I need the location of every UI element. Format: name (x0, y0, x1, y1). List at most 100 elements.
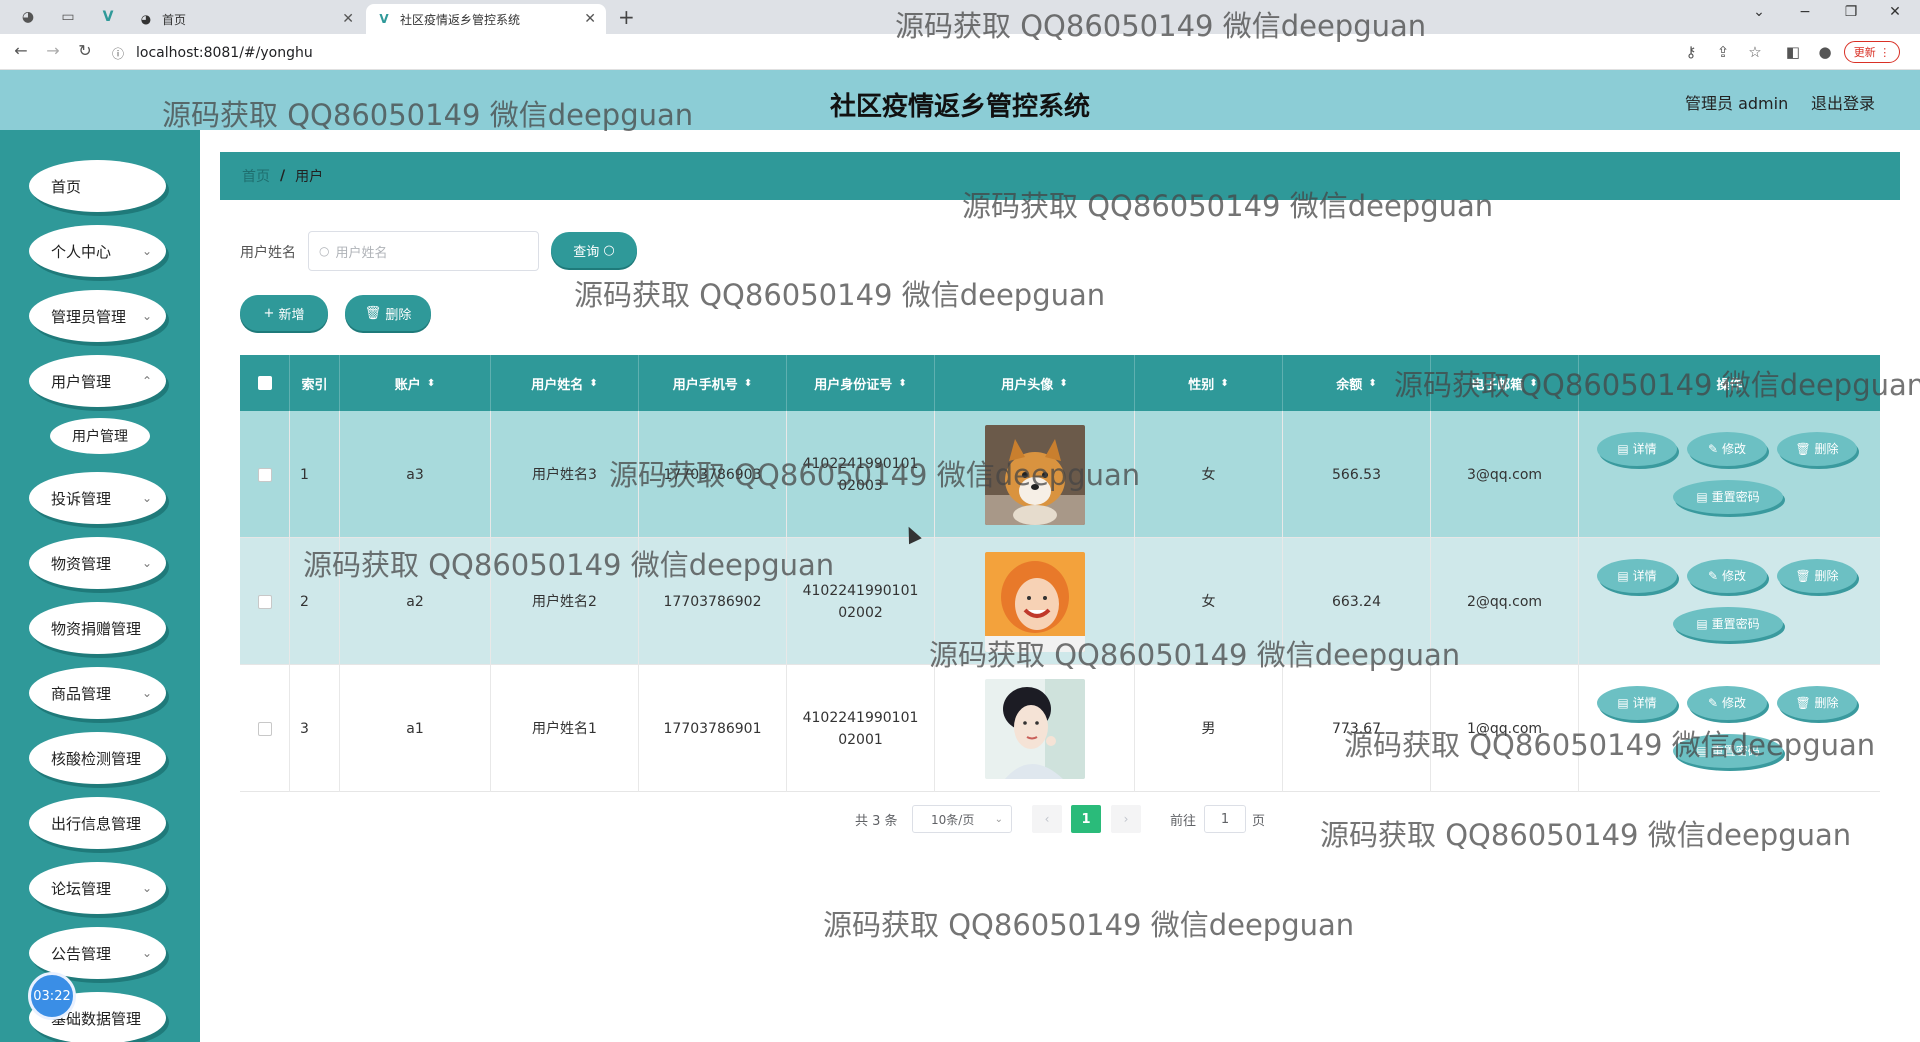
column-header: 索引 (290, 355, 340, 411)
breadcrumb: 首页 / 用户 (220, 152, 1900, 200)
delete-button[interactable]: 🗑 删除 (1777, 432, 1857, 466)
url-field[interactable]: ⓘ localhost:8081/#/yonghu (112, 41, 1692, 65)
edit-button[interactable]: ✎ 修改 (1687, 686, 1767, 720)
sidebar-item-nucleic-test[interactable]: 核酸检测管理 (29, 732, 166, 784)
edit-button[interactable]: ✎ 修改 (1687, 559, 1767, 593)
search-input[interactable]: ○ 用户姓名 (308, 231, 539, 271)
sidebar-item-travel[interactable]: 出行信息管理 (29, 797, 166, 849)
sidebar-item-supplies[interactable]: 物资管理 ⌄ (29, 537, 166, 589)
column-header[interactable]: 用户姓名 ⬍ (491, 355, 639, 411)
sidebar-item-home[interactable]: 首页 (29, 160, 166, 212)
update-label: 更新 (1853, 46, 1876, 59)
pencil-icon: ✎ (1708, 442, 1719, 456)
sidebar-item-goods[interactable]: 商品管理 ⌄ (29, 667, 166, 719)
select-all-checkbox[interactable] (257, 376, 272, 390)
breadcrumb-home[interactable]: 首页 (242, 166, 270, 186)
column-header[interactable]: 用户头像 ⬍ (935, 355, 1135, 411)
detail-button[interactable]: ▤ 详情 (1597, 432, 1677, 466)
sort-icon[interactable]: ⬍ (1529, 378, 1537, 389)
add-button[interactable]: + 新增 (240, 295, 328, 331)
reload-button[interactable]: ↻ (74, 41, 96, 60)
page-size-select[interactable]: 10条/页 ⌄ (912, 805, 1012, 833)
sort-icon[interactable]: ⬍ (589, 378, 597, 389)
back-button[interactable]: ← (10, 41, 32, 60)
query-button[interactable]: 查询 ○ (551, 232, 637, 268)
batch-delete-button[interactable]: 🗑 删除 (345, 295, 431, 331)
row-checkbox[interactable] (257, 721, 272, 736)
column-header[interactable]: 电子邮箱 ⬍ (1431, 355, 1579, 411)
sidebar-item-profile[interactable]: 个人中心 ⌄ (29, 225, 166, 277)
table-row: 1 a3 用户姓名3 17703786903 41022419901010200… (240, 411, 1880, 538)
idcard-cell: 410224199010102003 (787, 411, 935, 538)
vue-logo-icon[interactable]: V (96, 5, 120, 29)
trash-icon: 🗑 (1795, 696, 1811, 710)
pinned-tab-icon[interactable]: ▭ (56, 5, 80, 29)
sidebar-item-complaints[interactable]: 投诉管理 ⌄ (29, 472, 166, 524)
email-cell: 3@qq.com (1431, 411, 1579, 538)
sidebar-item-label: 出行信息管理 (51, 814, 142, 833)
reset-password-button[interactable]: ▤ 重置密码 (1673, 480, 1783, 514)
pencil-icon: ✎ (1708, 696, 1719, 710)
next-page-button[interactable]: › (1111, 805, 1141, 833)
sidebar-item-admins[interactable]: 管理员管理 ⌄ (29, 290, 166, 342)
document-icon: ▤ (1617, 442, 1629, 456)
key-icon[interactable]: ⚷ (1680, 43, 1702, 61)
sidebar-item-label: 首页 (51, 177, 82, 196)
sort-icon[interactable]: ⬍ (1059, 378, 1067, 389)
sidebar-item-users[interactable]: 用户管理 ⌃ (29, 355, 166, 407)
profile-icon[interactable]: ● (1814, 43, 1836, 61)
window-close-button[interactable]: ✕ (1880, 4, 1910, 20)
tab-search-chevron-icon[interactable]: ⌄ (1744, 4, 1774, 20)
close-icon[interactable]: ✕ (584, 11, 596, 27)
watermark: 源码获取 QQ86050149 微信deepguan (823, 908, 1355, 942)
new-tab-button[interactable]: + (618, 5, 635, 29)
browser-tab-active[interactable]: V 社区疫情返乡管控系统 ✕ (366, 4, 606, 34)
watermark: 源码获取 QQ86050149 微信deepguan (1320, 818, 1852, 852)
row-checkbox[interactable] (257, 467, 272, 482)
prev-page-button[interactable]: ‹ (1032, 805, 1062, 833)
column-header[interactable]: 用户身份证号 ⬍ (787, 355, 935, 411)
trash-icon: 🗑 (364, 305, 382, 321)
column-header-label: 用户手机号 (672, 377, 738, 393)
restore-button[interactable]: ❐ (1836, 4, 1866, 20)
detail-button[interactable]: ▤ 详情 (1597, 686, 1677, 720)
close-icon[interactable]: ✕ (342, 11, 354, 27)
sort-icon[interactable]: ⬍ (1368, 378, 1376, 389)
goto-page-input[interactable]: 1 (1204, 805, 1246, 833)
detail-label: 详情 (1632, 569, 1657, 583)
forward-button[interactable]: → (42, 41, 64, 60)
minimize-button[interactable]: − (1790, 4, 1820, 20)
sort-icon[interactable]: ⬍ (1220, 378, 1228, 389)
column-header[interactable]: 用户手机号 ⬍ (639, 355, 787, 411)
reset-password-button[interactable]: ▤ 重置密码 (1673, 734, 1783, 768)
delete-label: 删除 (1814, 569, 1839, 583)
sidebar-item-label: 管理员管理 (51, 307, 127, 326)
column-header[interactable]: 账户 ⬍ (340, 355, 491, 411)
share-icon[interactable]: ⇪ (1712, 43, 1734, 61)
star-icon[interactable]: ☆ (1744, 43, 1766, 61)
idcard-cell: 410224199010102002 (787, 538, 935, 665)
pinned-tab-icon[interactable]: ◕ (16, 5, 40, 29)
row-checkbox[interactable] (257, 594, 272, 609)
sidebar-item-forum[interactable]: 论坛管理 ⌄ (29, 862, 166, 914)
sort-icon[interactable]: ⬍ (427, 378, 435, 389)
sort-icon[interactable]: ⬍ (898, 378, 906, 389)
sidebar-item-donations[interactable]: 物资捐赠管理 (29, 602, 166, 654)
update-button[interactable]: 更新 ⋮ (1844, 41, 1900, 63)
delete-button[interactable]: 🗑 删除 (1777, 559, 1857, 593)
reset-password-button[interactable]: ▤ 重置密码 (1673, 607, 1783, 641)
sidebar-subitem-users[interactable]: 用户管理 (50, 418, 150, 454)
detail-button[interactable]: ▤ 详情 (1597, 559, 1677, 593)
delete-button[interactable]: 🗑 删除 (1777, 686, 1857, 720)
column-header[interactable]: 余额 ⬍ (1283, 355, 1431, 411)
column-header[interactable]: 性别 ⬍ (1135, 355, 1283, 411)
chevron-down-icon: ⌄ (141, 491, 152, 505)
side-panel-icon[interactable]: ◧ (1782, 43, 1804, 61)
browser-tab[interactable]: ◕ 首页 ✕ (128, 4, 364, 34)
edit-button[interactable]: ✎ 修改 (1687, 432, 1767, 466)
current-page[interactable]: 1 (1071, 805, 1101, 833)
logout-link[interactable]: 退出登录 (1811, 90, 1875, 114)
vue-logo-icon: V (379, 12, 389, 26)
sort-icon[interactable]: ⬍ (744, 378, 752, 389)
info-icon[interactable]: ⓘ (112, 45, 124, 62)
